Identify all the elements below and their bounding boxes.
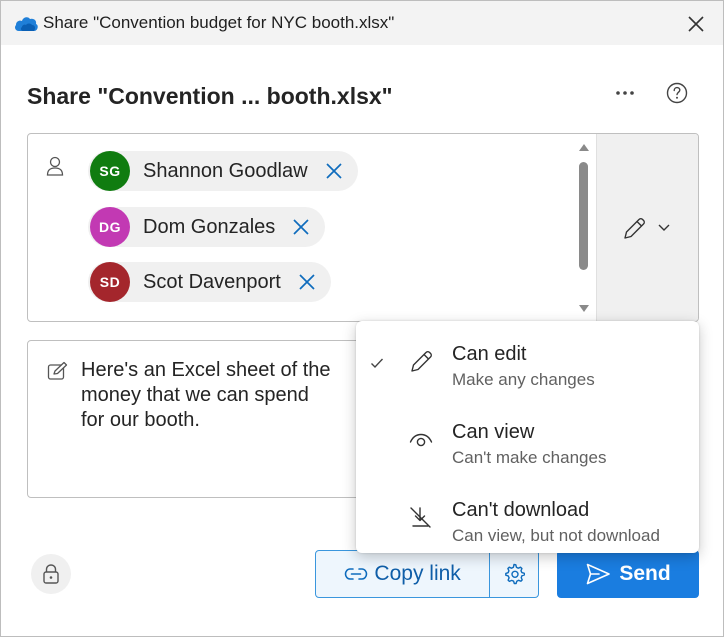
- link-settings-lock-button[interactable]: [31, 554, 71, 594]
- send-button[interactable]: Send: [557, 550, 699, 598]
- window-title: Share "Convention budget for NYC booth.x…: [43, 13, 395, 32]
- option-label: Can view: [452, 421, 535, 443]
- avatar: DG: [90, 207, 130, 247]
- recipients-scrollbar[interactable]: [574, 134, 594, 321]
- link-icon: [345, 568, 368, 580]
- send-icon: [587, 563, 611, 585]
- chevron-down-icon: [658, 224, 670, 231]
- title-bar: Share "Convention budget for NYC booth.x…: [1, 1, 723, 45]
- onedrive-cloud-icon: [15, 17, 38, 31]
- remove-recipient-icon[interactable]: [297, 272, 317, 292]
- option-description: Can view, but not download: [452, 526, 660, 545]
- option-description: Make any changes: [452, 370, 595, 389]
- option-description: Can't make changes: [452, 448, 607, 467]
- dialog-heading: Share "Convention ... booth.xlsx": [27, 83, 393, 109]
- send-label: Send: [619, 562, 671, 585]
- link-settings-button[interactable]: [490, 551, 538, 597]
- permission-option-cant-download[interactable]: Can't download Can view, but not downloa…: [356, 481, 699, 555]
- pencil-icon: [411, 351, 432, 372]
- option-label: Can edit: [452, 343, 527, 365]
- compose-message-icon: [47, 361, 68, 380]
- recipient-chip[interactable]: SD Scot Davenport: [88, 262, 331, 302]
- scroll-down-arrow-icon[interactable]: [578, 304, 590, 314]
- gear-icon: [505, 563, 526, 585]
- copy-link-label: Copy link: [374, 562, 461, 585]
- recipient-chip[interactable]: DG Dom Gonzales: [88, 207, 326, 247]
- lock-icon: [43, 564, 59, 584]
- option-label: Can't download: [452, 499, 590, 521]
- remove-recipient-icon[interactable]: [324, 161, 344, 181]
- scrollbar-thumb[interactable]: [579, 162, 588, 270]
- permission-dropdown-menu: Can edit Make any changes Can view Can't…: [356, 321, 699, 553]
- permission-option-can-view[interactable]: Can view Can't make changes: [356, 403, 699, 477]
- copy-link-button[interactable]: Copy link: [316, 551, 489, 597]
- help-icon[interactable]: [665, 81, 689, 105]
- recipient-name: Dom Gonzales: [143, 215, 276, 238]
- copy-link-group: Copy link: [315, 550, 539, 598]
- recipients-field[interactable]: SG Shannon Goodlaw DG Dom Gonzales SD Sc…: [27, 133, 699, 322]
- remove-recipient-icon[interactable]: [291, 217, 311, 237]
- permission-option-can-edit[interactable]: Can edit Make any changes: [356, 325, 699, 399]
- avatar: SD: [90, 262, 130, 302]
- recipient-name: Shannon Goodlaw: [143, 159, 308, 182]
- pencil-icon: [624, 218, 645, 239]
- message-text: Here's an Excel sheet of the money that …: [81, 359, 331, 431]
- permission-picker-button[interactable]: [596, 134, 698, 321]
- more-options-icon[interactable]: [611, 81, 639, 105]
- eye-icon: [409, 433, 433, 447]
- person-icon: [46, 156, 64, 176]
- no-download-icon: [410, 507, 431, 528]
- recipient-chip[interactable]: SG Shannon Goodlaw: [88, 151, 358, 191]
- scroll-up-arrow-icon[interactable]: [578, 142, 590, 152]
- avatar: SG: [90, 151, 130, 191]
- share-dialog-window: Share "Convention budget for NYC booth.x…: [0, 0, 724, 637]
- recipient-name: Scot Davenport: [143, 270, 281, 293]
- checkmark-icon: [371, 358, 384, 369]
- close-icon[interactable]: [684, 12, 708, 36]
